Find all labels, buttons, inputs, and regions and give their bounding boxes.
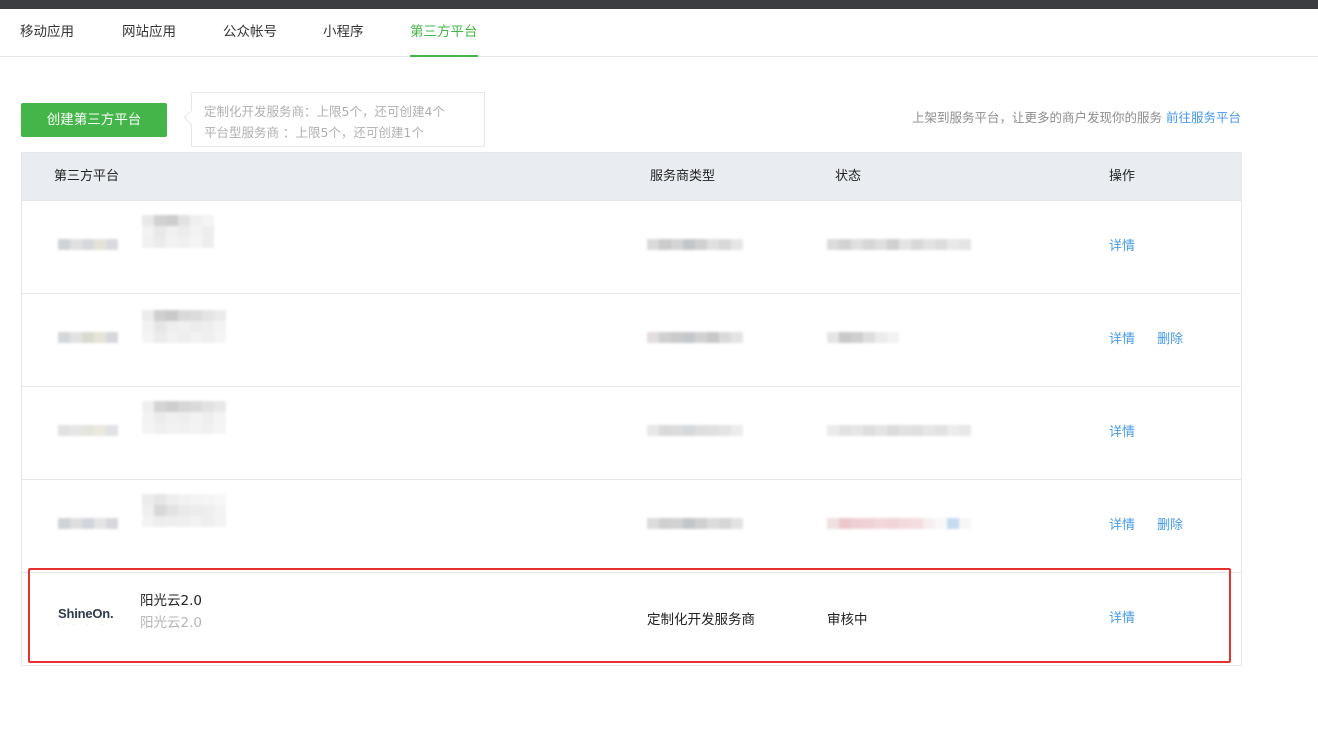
row-actions: 详情 (1109, 573, 1153, 665)
redacted-type (647, 425, 743, 436)
row-actions: 详情 (1109, 201, 1153, 293)
redacted-name (142, 215, 214, 248)
tab-official-accounts[interactable]: 公众帐号 (223, 9, 277, 57)
table-row: ShineOn. · · · · 阳光云2.0 阳光云2.0 定制化开发服务商 … (22, 572, 1241, 665)
redacted-status (827, 425, 971, 436)
header-provider-type: 服务商类型 (650, 169, 716, 184)
go-to-service-platform-link[interactable]: 前往服务平台 (1166, 110, 1241, 125)
platform-table: 第三方平台 服务商类型 状态 操作 详情 详情 删除 详情 详情 删除 Shin… (21, 152, 1242, 666)
header-status: 状态 (835, 169, 862, 184)
details-link[interactable]: 详情 (1109, 332, 1135, 347)
delete-link[interactable]: 删除 (1157, 332, 1183, 347)
row-actions: 详情 (1109, 387, 1153, 479)
redacted-type (647, 332, 743, 343)
redacted-name (142, 310, 226, 343)
quota-custom-text: 定制化开发服务商：上限5个，还可创建4个 (204, 104, 445, 119)
row-actions: 详情 删除 (1109, 480, 1201, 572)
app-logo: ShineOn. · · · · (58, 606, 120, 634)
delete-link[interactable]: 删除 (1157, 518, 1183, 533)
redacted-logo (58, 425, 118, 436)
quota-tooltip: 定制化开发服务商：上限5个，还可创建4个 平台型服务商 ：上限5个，还可创建1个 (191, 92, 485, 147)
tab-website-apps[interactable]: 网站应用 (122, 9, 176, 57)
tab-third-party-platform[interactable]: 第三方平台 (410, 9, 478, 57)
redacted-status (827, 332, 899, 343)
quota-platform-text: 平台型服务商 ：上限5个，还可创建1个 (204, 125, 424, 140)
top-bar (0, 0, 1318, 9)
row-actions: 详情 删除 (1109, 294, 1201, 386)
redacted-logo (58, 239, 118, 250)
app-subname: 阳光云2.0 (140, 615, 202, 631)
service-platform-promo: 上架到服务平台，让更多的商户发现你的服务 前往服务平台 (912, 107, 1241, 126)
create-third-party-platform-button[interactable]: 创建第三方平台 (21, 103, 167, 137)
logo-subtext: · · · · (58, 622, 109, 627)
promo-text: 上架到服务平台，让更多的商户发现你的服务 (911, 110, 1162, 125)
details-link[interactable]: 详情 (1109, 518, 1135, 533)
table-row: 详情 删除 (22, 479, 1241, 572)
redacted-name (142, 401, 226, 434)
details-link[interactable]: 详情 (1109, 239, 1135, 254)
details-link[interactable]: 详情 (1109, 611, 1135, 626)
provider-type: 定制化开发服务商 (647, 612, 755, 628)
tab-mini-programs[interactable]: 小程序 (323, 9, 364, 57)
redacted-type (647, 518, 743, 529)
table-row: 详情 (22, 386, 1241, 479)
tab-mobile-apps[interactable]: 移动应用 (20, 9, 74, 57)
tab-bar: 移动应用 网站应用 公众帐号 小程序 第三方平台 (0, 9, 1318, 57)
details-link[interactable]: 详情 (1109, 425, 1135, 440)
redacted-status (827, 239, 971, 250)
redacted-logo (58, 332, 118, 343)
table-row: 详情 删除 (22, 293, 1241, 386)
status-text: 审核中 (827, 612, 868, 628)
app-name: 阳光云2.0 (140, 593, 202, 609)
logo-wordmark: ShineOn. (58, 606, 114, 621)
redacted-status (827, 518, 971, 529)
table-header: 第三方平台 服务商类型 状态 操作 (22, 153, 1241, 200)
redacted-type (647, 239, 743, 250)
header-platform: 第三方平台 (54, 169, 120, 184)
redacted-name (142, 494, 226, 527)
redacted-logo (58, 518, 118, 529)
header-actions: 操作 (1109, 169, 1136, 184)
table-row: 详情 (22, 200, 1241, 293)
